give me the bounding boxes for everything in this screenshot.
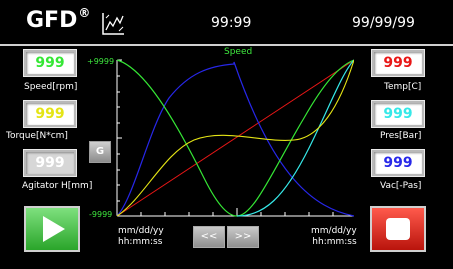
vac-value-box[interactable]: 999 <box>371 149 425 177</box>
scroll-back-button[interactable]: << <box>193 226 225 248</box>
temp-label: Temp[C] <box>384 82 422 92</box>
stop-icon <box>386 218 410 240</box>
logo-text: GFD <box>26 8 78 33</box>
y-axis-ticks <box>117 59 122 202</box>
chart-end-time: hh:mm:ss <box>312 237 357 247</box>
vac-label: Vac[-Pas] <box>380 181 422 191</box>
header-date: 99/99/99 <box>352 15 415 31</box>
chart-start-date: mm/dd/yy <box>118 226 164 236</box>
torque-label: Torque[N*cm] <box>6 131 68 141</box>
chart-start-time: hh:mm:ss <box>118 237 163 247</box>
y-axis-min-label: -9999 <box>89 210 113 219</box>
pres-label: Pres[Bar] <box>380 131 422 141</box>
speed-value-box[interactable]: 999 <box>23 49 77 77</box>
pres-value-box[interactable]: 999 <box>371 100 425 128</box>
app-logo: GFD® <box>26 6 91 33</box>
graph-mode-button[interactable]: G <box>89 141 111 163</box>
logo-registered-mark: ® <box>78 6 91 20</box>
temp-trend-line <box>116 59 354 217</box>
chart-end-datetime: mm/dd/yy hh:mm:ss <box>311 226 357 248</box>
chart-start-datetime: mm/dd/yy hh:mm:ss <box>118 226 164 248</box>
trend-chart-icon[interactable] <box>101 11 126 36</box>
chart-series-label: Speed <box>224 47 253 57</box>
temp-value-box[interactable]: 999 <box>371 49 425 77</box>
y-axis-max-label: +9999 <box>87 57 115 66</box>
clock-time: 99:99 <box>211 15 252 31</box>
scroll-forward-button[interactable]: >> <box>227 226 259 248</box>
agitator-value-box[interactable]: 999 <box>23 149 77 177</box>
stop-button[interactable] <box>370 206 426 252</box>
trend-chart <box>116 59 354 217</box>
x-axis-ticks <box>140 208 334 216</box>
chart-end-date: mm/dd/yy <box>311 226 357 236</box>
start-button[interactable] <box>24 206 80 252</box>
speed-label: Speed[rpm] <box>24 82 78 92</box>
torque-value-box[interactable]: 999 <box>23 100 77 128</box>
top-bar: GFD® 99:99 99/99/99 <box>0 0 453 46</box>
play-icon <box>43 216 65 242</box>
agitator-label: Agitator H[mm] <box>22 181 93 191</box>
